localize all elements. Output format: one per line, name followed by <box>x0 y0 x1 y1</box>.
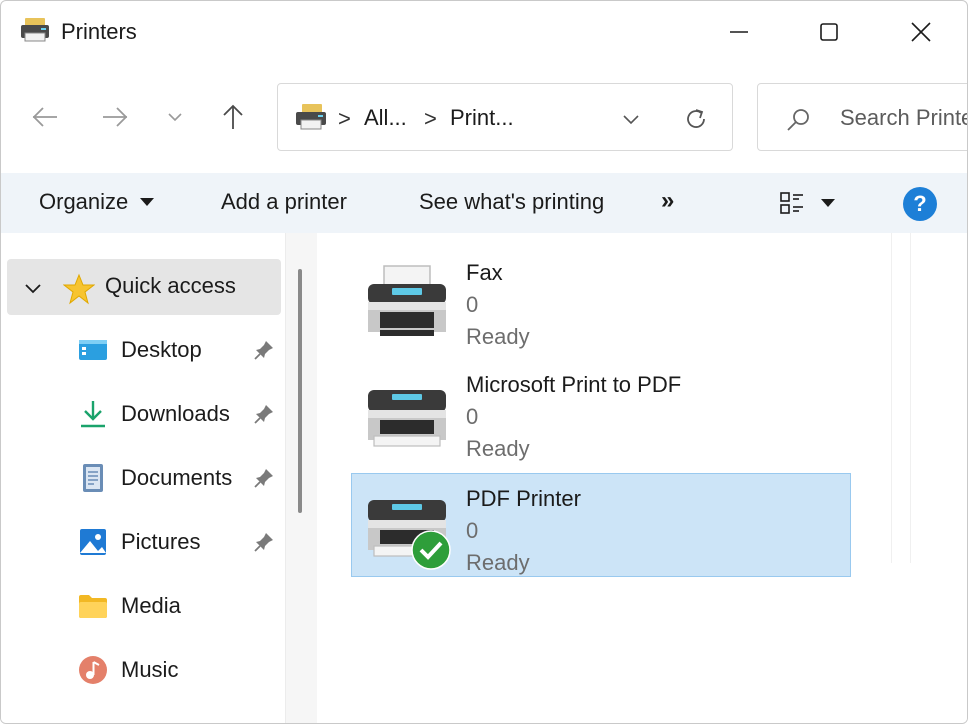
help-button[interactable]: ? <box>903 187 937 221</box>
recent-locations-button[interactable] <box>153 95 197 139</box>
sidebar-item-label: Pictures <box>121 529 201 554</box>
search-placeholder: Search Printers <box>840 105 967 130</box>
organize-label: Organize <box>39 189 129 214</box>
printer-status: Ready <box>466 324 530 349</box>
breadcrumb-separator: > <box>424 106 437 131</box>
arrow-right-icon <box>103 107 128 127</box>
caret-down-icon <box>140 198 155 206</box>
refresh-icon <box>687 109 705 128</box>
window-title: Printers <box>61 19 137 44</box>
printer-item-pdf-printer[interactable]: PDF Printer 0 Ready <box>351 473 851 577</box>
fax-printer-icon <box>368 265 446 336</box>
music-icon <box>79 656 107 684</box>
printer-jobs: 0 <box>466 518 479 543</box>
sidebar-item-media[interactable]: Media <box>77 583 283 631</box>
pin-icon[interactable] <box>253 339 275 361</box>
maximize-icon <box>820 23 838 41</box>
change-view-button[interactable] <box>779 185 855 221</box>
sidebar-item-label: Music <box>121 657 179 682</box>
breadcrumb-all[interactable]: All... <box>364 105 407 131</box>
sidebar-scrollbar[interactable] <box>285 233 317 723</box>
sidebar-item-documents[interactable]: Documents <box>77 455 283 503</box>
see-whats-printing-button[interactable]: See what's printing <box>419 189 604 215</box>
sidebar-item-label: Documents <box>121 465 233 490</box>
sidebar-item-label: Media <box>121 593 181 618</box>
search-icon <box>787 109 809 131</box>
forward-button[interactable] <box>93 95 137 139</box>
add-printer-label: Add a printer <box>221 189 347 214</box>
minimize-icon <box>730 31 748 33</box>
address-dropdown-button[interactable] <box>616 104 646 134</box>
search-box[interactable]: Search Printers <box>757 83 967 151</box>
command-bar: Organize Add a printer See what's printi… <box>1 173 967 233</box>
minimize-button[interactable] <box>693 1 785 63</box>
printer-status: Ready <box>466 436 530 461</box>
sidebar-item-downloads[interactable]: Downloads <box>77 391 283 439</box>
sidebar-item-label: Downloads <box>121 401 230 426</box>
printer-jobs: 0 <box>466 292 479 317</box>
printer-name: PDF Printer <box>466 486 581 511</box>
see-printing-label: See what's printing <box>419 189 605 214</box>
chevron-down-icon <box>623 115 639 125</box>
printer-folder-icon <box>296 104 326 130</box>
default-printer-check-icon <box>411 530 451 570</box>
sidebar-item-music[interactable]: Music <box>77 647 283 695</box>
document-icon <box>83 464 103 492</box>
breadcrumb-separator: > <box>338 106 351 131</box>
close-button[interactable] <box>875 1 967 63</box>
desktop-icon <box>79 340 107 360</box>
printer-item-fax[interactable]: Fax 0 Ready <box>351 247 851 351</box>
sidebar-item-desktop[interactable]: Desktop <box>77 327 283 375</box>
breadcrumb-printers[interactable]: Print... <box>450 105 514 131</box>
scrollbar-thumb[interactable] <box>298 269 302 513</box>
close-icon <box>911 22 931 42</box>
star-icon <box>63 273 95 305</box>
address-bar[interactable]: > All... > Print... <box>277 83 733 151</box>
back-button[interactable] <box>23 95 67 139</box>
printer-name: Microsoft Print to PDF <box>466 372 682 397</box>
folder-icon <box>79 595 107 618</box>
pin-icon[interactable] <box>253 467 275 489</box>
arrow-left-icon <box>32 107 57 127</box>
printer-icon <box>368 390 446 447</box>
chevron-down-icon <box>168 113 182 122</box>
pin-icon[interactable] <box>253 531 275 553</box>
pictures-icon <box>80 529 106 555</box>
organize-menu-button[interactable]: Organize <box>39 189 155 215</box>
sidebar-item-label: Desktop <box>121 337 202 362</box>
printer-item-microsoft-print-to-pdf[interactable]: Microsoft Print to PDF 0 Ready <box>351 359 851 463</box>
navigation-pane: Quick access Desktop Downloads Documents… <box>1 233 317 723</box>
up-button[interactable] <box>211 95 255 139</box>
printer-icon <box>368 500 451 570</box>
quick-access-label: Quick access <box>105 273 236 298</box>
navigation-bar: > All... > Print... Search Printers <box>1 65 967 171</box>
printer-folder-icon <box>21 18 49 42</box>
maximize-button[interactable] <box>783 1 875 63</box>
add-printer-button[interactable]: Add a printer <box>221 189 347 215</box>
printer-jobs: 0 <box>466 404 479 429</box>
printer-name: Fax <box>466 260 503 285</box>
printer-status: Ready <box>466 550 530 575</box>
caret-down-icon <box>821 199 835 207</box>
printers-window: Printers > All... > Print... Search Prin… <box>0 0 968 724</box>
pin-icon[interactable] <box>253 403 275 425</box>
printer-list: Fax 0 Ready Microsoft Print to PDF 0 Rea… <box>317 233 967 723</box>
refresh-button[interactable] <box>678 102 714 136</box>
title-bar: Printers <box>1 1 967 65</box>
chevron-down-icon[interactable] <box>23 279 43 299</box>
more-commands-button[interactable]: » <box>661 187 674 215</box>
download-arrow-icon <box>81 401 105 428</box>
arrow-up-icon <box>223 104 243 129</box>
column-divider <box>891 233 911 563</box>
sidebar-item-pictures[interactable]: Pictures <box>77 519 283 567</box>
details-view-icon <box>780 192 803 214</box>
